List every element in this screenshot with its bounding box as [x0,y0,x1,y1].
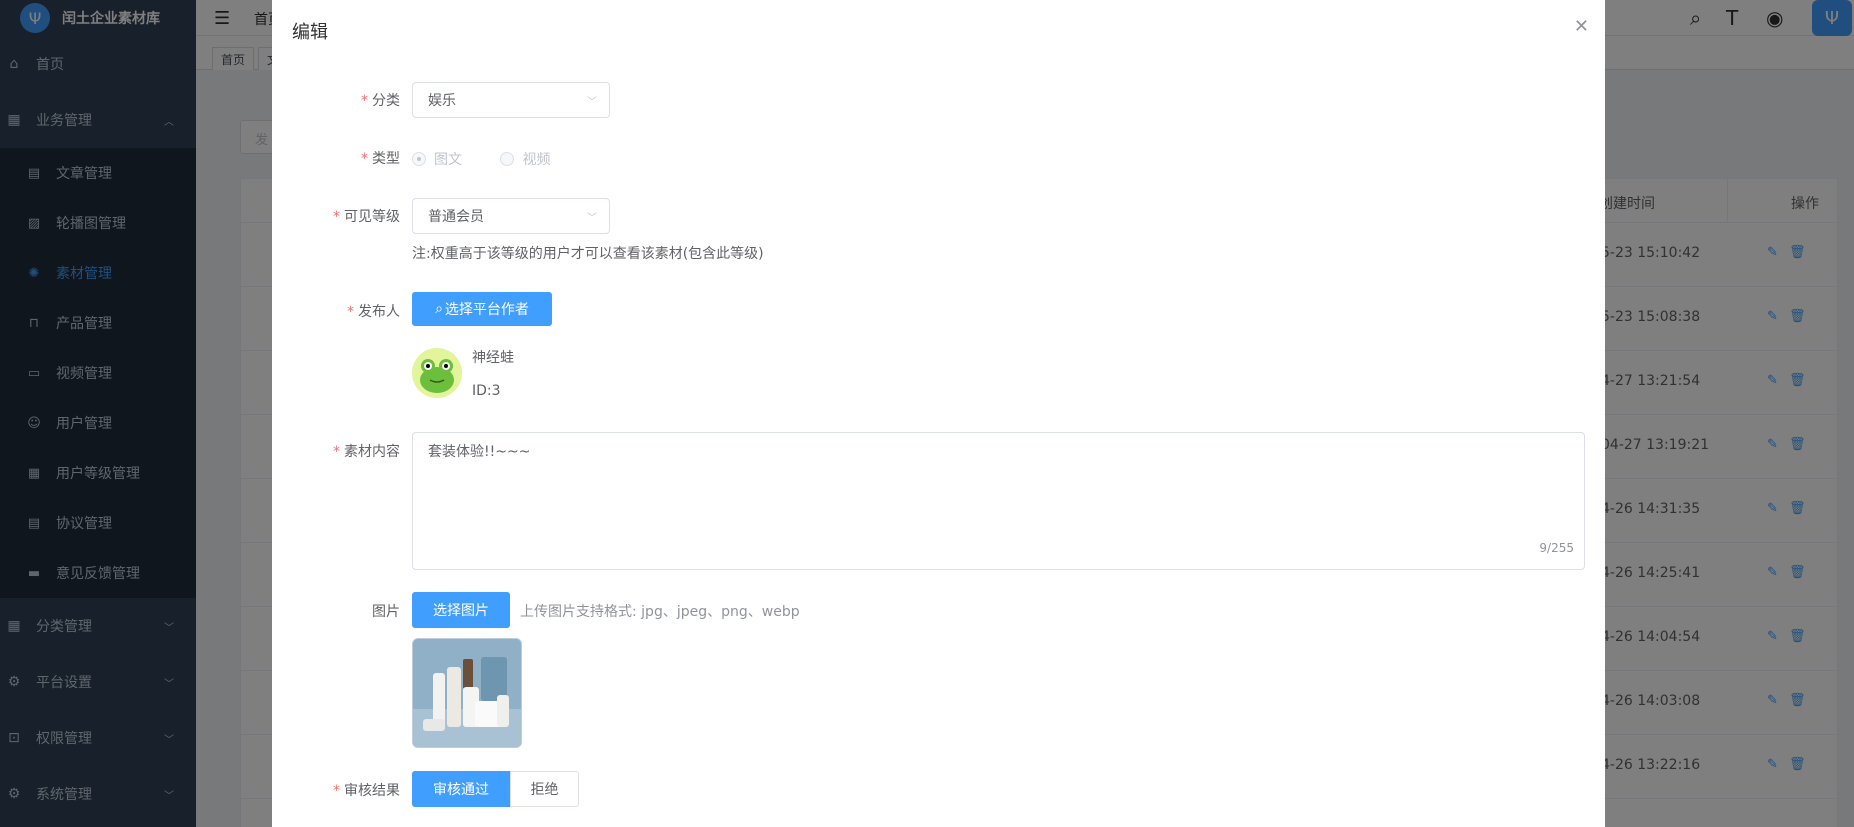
type-radio-video[interactable]: 视频 [500,149,550,169]
type-radio-group: 图文 视频 [412,149,584,170]
author-avatar [412,348,462,398]
product-photo-icon [413,639,521,747]
uploaded-image-thumbnail[interactable] [412,638,522,748]
select-image-button[interactable]: 选择图片 [412,592,510,628]
category-value: 娱乐 [428,93,456,109]
level-select[interactable]: 普通会员 ﹀ [412,198,610,234]
content-label: * 素材内容 [333,444,400,460]
image-format-hint: 上传图片支持格式: jpg、jpeg、png、webp [520,604,800,620]
dialog-title: 编辑 [292,22,328,43]
frog-avatar-icon [412,348,462,398]
author-name: 神经蛙 [472,350,514,366]
level-value: 普通会员 [428,209,484,225]
approve-button[interactable]: 审核通过 [412,771,510,807]
content-textarea[interactable]: 套装体验!!~~~ 9/255 [412,432,1585,570]
review-label: * 审核结果 [333,783,400,799]
radio-dot-icon [412,152,426,166]
content-value: 套装体验!!~~~ [428,444,531,460]
chevron-down-icon: ﹀ [587,97,597,108]
edit-dialog: 编辑 ✕ * 分类 娱乐 ﹀ * 类型 图文 视频 * 可见等级 普通会员 ﹀ 注:权… [272,0,1605,827]
author-id: ID:3 [472,383,501,399]
reject-button[interactable]: 拒绝 [510,771,579,807]
select-author-button[interactable]: ⌕ 选择平台作者 [412,292,552,326]
category-label: * 分类 [361,93,400,109]
type-label: * 类型 [361,151,400,167]
level-label: * 可见等级 [333,209,400,225]
image-label: 图片 [372,604,400,620]
radio-dot-icon [500,152,515,166]
char-counter: 9/255 [1539,541,1574,555]
publisher-label: * 发布人 [347,304,400,320]
type-radio-image-text[interactable]: 图文 [412,149,462,169]
level-note: 注:权重高于该等级的用户才可以查看该素材(包含此等级) [412,246,764,262]
chevron-down-icon: ﹀ [587,213,597,224]
close-icon[interactable]: ✕ [1574,16,1589,37]
search-icon: ⌕ [435,301,443,317]
category-select[interactable]: 娱乐 ﹀ [412,82,610,118]
